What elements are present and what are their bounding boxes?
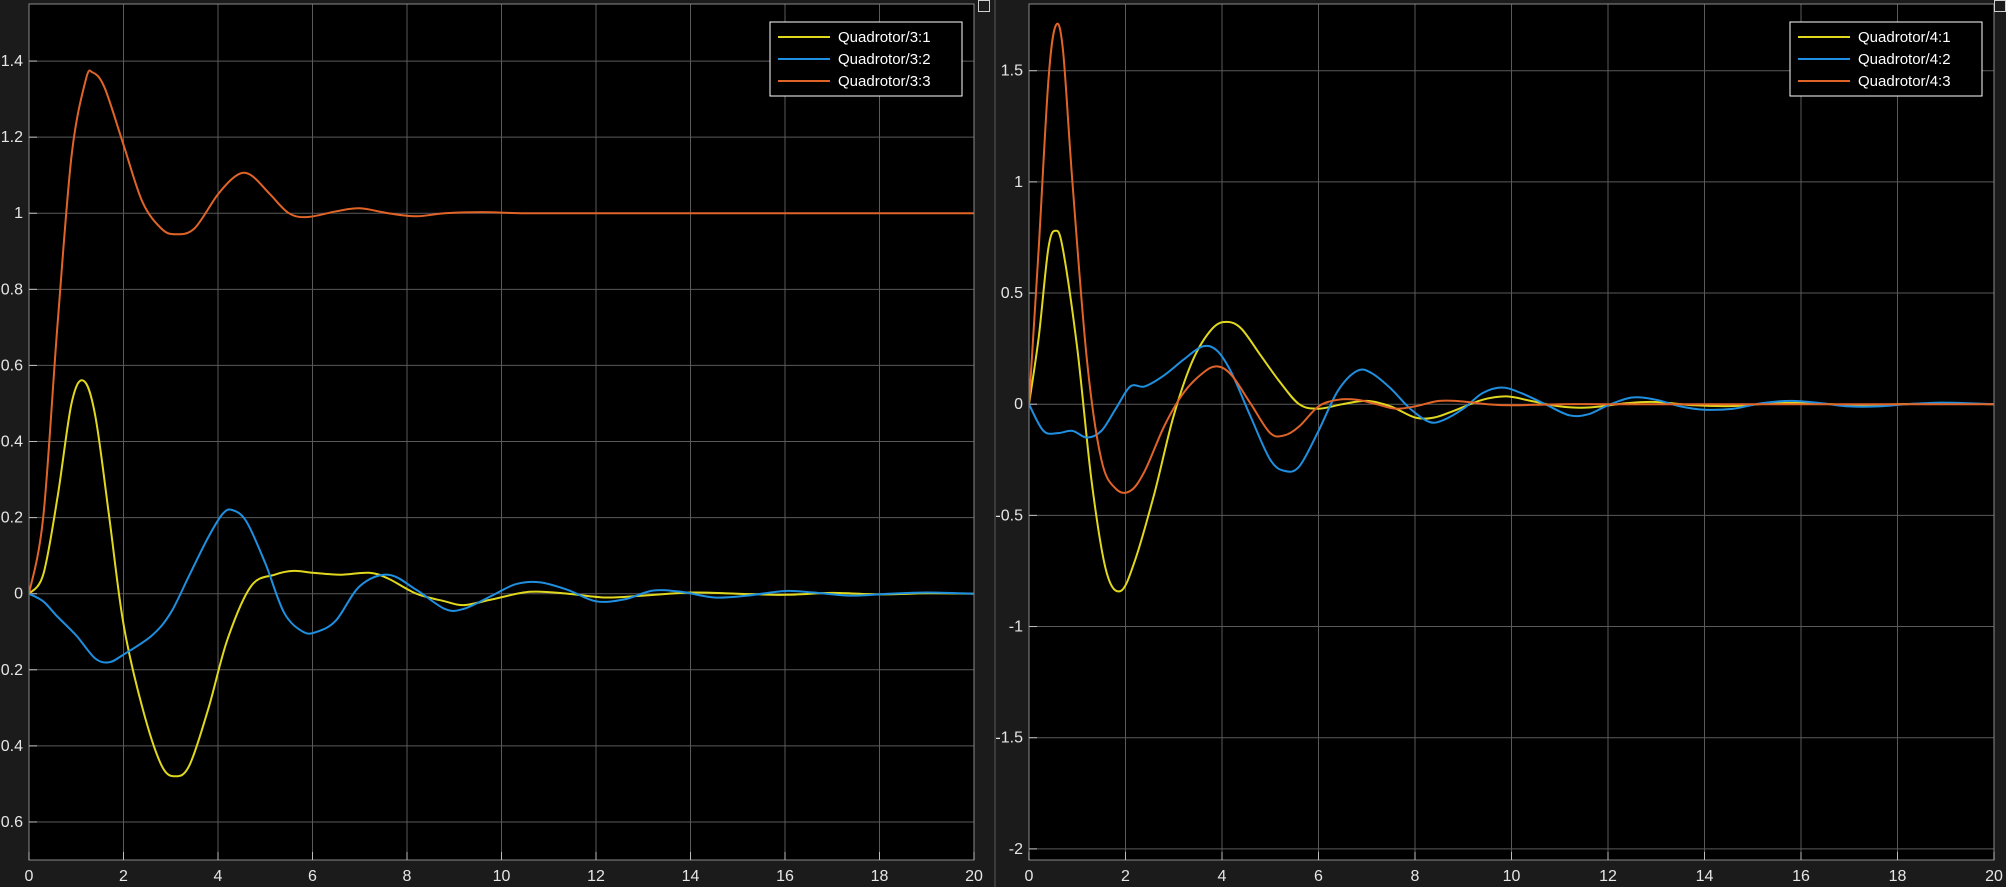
legend: Quadrotor/3:1 Quadrotor/3:2 Quadrotor/3:3 bbox=[769, 21, 963, 97]
scope-plot-canvas: 02468101214161820-0.6-0.4-0.200.20.40.60… bbox=[0, 3, 2003, 885]
y-tick-label: 1 bbox=[14, 205, 23, 222]
y-tick-label: 1.2 bbox=[1, 129, 23, 146]
x-tick-label: 8 bbox=[1411, 868, 1420, 885]
x-tick-label: 2 bbox=[119, 868, 128, 885]
y-tick-label: -2 bbox=[1009, 841, 1023, 858]
y-tick-label: 0 bbox=[14, 586, 23, 603]
legend-label: Quadrotor/4:2 bbox=[1858, 51, 1951, 68]
x-tick-label: 18 bbox=[1889, 868, 1907, 885]
y-tick-label: -1.5 bbox=[995, 730, 1023, 747]
legend-label: Quadrotor/4:3 bbox=[1858, 73, 1951, 90]
x-tick-label: 4 bbox=[214, 868, 223, 885]
y-tick-label: 0.2 bbox=[1, 510, 23, 527]
x-tick-label: 8 bbox=[403, 868, 412, 885]
y-tick-label: 0.4 bbox=[1, 434, 23, 451]
x-tick-label: 14 bbox=[1696, 868, 1714, 885]
x-tick-label: 16 bbox=[1792, 868, 1810, 885]
axes-1: 0 2 4 6 8 10 12 14 16 18 20 -0.6 -0.4 -0.2 0 0.2 0.4 0.6 0… bbox=[0, 3, 983, 885]
y-tick-label: -0.6 bbox=[0, 814, 23, 831]
y-tick-label: 0.8 bbox=[1, 281, 23, 298]
x-tick-label: 14 bbox=[682, 868, 700, 885]
legend-label: Quadrotor/3:3 bbox=[838, 73, 931, 90]
y-tick-label: 1 bbox=[1014, 174, 1023, 191]
x-tick-label: 0 bbox=[1025, 868, 1034, 885]
y-tick-label: 1.5 bbox=[1001, 63, 1023, 80]
x-tick-label: 10 bbox=[1503, 868, 1521, 885]
x-tick-label: 6 bbox=[1314, 868, 1323, 885]
x-tick-label: 18 bbox=[871, 868, 889, 885]
x-tick-label: 6 bbox=[308, 868, 317, 885]
x-tick-label: 0 bbox=[25, 868, 34, 885]
x-tick-label: 20 bbox=[965, 868, 983, 885]
x-tick-label: 2 bbox=[1121, 868, 1130, 885]
y-tick-label: -0.5 bbox=[995, 507, 1023, 524]
panel-divider bbox=[994, 0, 996, 887]
x-tick-label: 16 bbox=[776, 868, 794, 885]
x-tick-label: 12 bbox=[1599, 868, 1617, 885]
x-tick-label: 10 bbox=[493, 868, 511, 885]
y-tick-label: -1 bbox=[1009, 619, 1023, 636]
legend-label: Quadrotor/4:1 bbox=[1858, 29, 1951, 46]
axes-2: 0 2 4 6 8 10 12 14 16 18 20 -2 -1.5 -1 -0.5 0 0.5 1 1.5 Qua… bbox=[995, 3, 2003, 885]
x-tick-label: 12 bbox=[587, 868, 605, 885]
y-tick-label: -0.2 bbox=[0, 662, 23, 679]
y-tick-label: -0.4 bbox=[0, 738, 23, 755]
y-tick-label: 0.5 bbox=[1001, 285, 1023, 302]
x-tick-label: 4 bbox=[1218, 868, 1227, 885]
legend-label: Quadrotor/3:1 bbox=[838, 29, 931, 46]
y-tick-label: 0 bbox=[1014, 396, 1023, 413]
y-tick-label: 0.6 bbox=[1, 357, 23, 374]
legend: Quadrotor/4:1 Quadrotor/4:2 Quadrotor/4:3 bbox=[1789, 21, 1983, 97]
legend-label: Quadrotor/3:2 bbox=[838, 51, 931, 68]
undock-icon[interactable] bbox=[1994, 0, 2006, 12]
y-tick-label: 1.4 bbox=[1, 53, 23, 70]
x-tick-label: 20 bbox=[1985, 868, 2003, 885]
scope-window: 02468101214161820-0.6-0.4-0.200.20.40.60… bbox=[0, 0, 2006, 887]
undock-icon[interactable] bbox=[978, 0, 990, 12]
